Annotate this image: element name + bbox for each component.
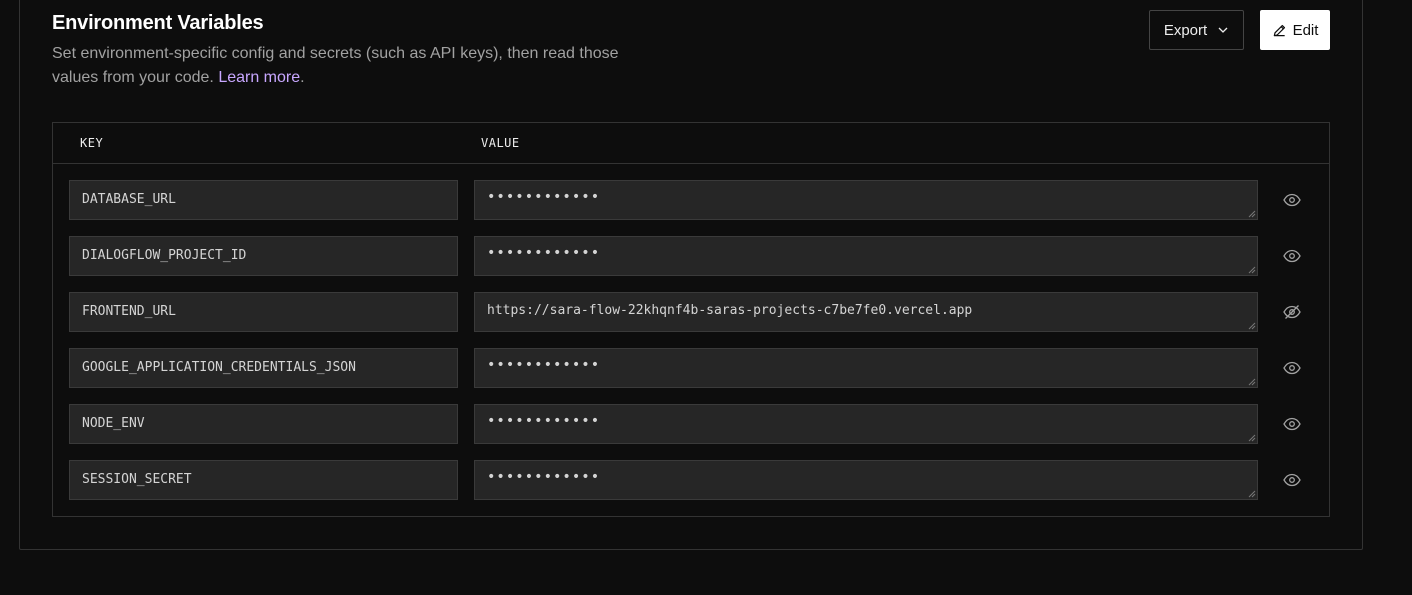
table-row: SESSION_SECRET •••••••••••• [69,460,1315,500]
resize-handle-icon[interactable] [1248,322,1256,330]
value-text: •••••••••••• [487,189,601,205]
column-header-key: KEY [80,136,104,150]
key-field[interactable]: DATABASE_URL [69,180,458,220]
chevron-down-icon [1217,24,1229,36]
key-field[interactable]: GOOGLE_APPLICATION_CREDENTIALS_JSON [69,348,458,388]
table-header: KEY VALUE [53,123,1329,164]
edit-label: Edit [1292,21,1319,39]
key-field[interactable]: FRONTEND_URL [69,292,458,332]
value-field[interactable]: •••••••••••• [474,348,1258,388]
export-label: Export [1163,21,1208,39]
eye-icon[interactable] [1283,192,1301,208]
eye-icon[interactable] [1283,360,1301,376]
value-text: •••••••••••• [487,357,601,373]
table-row: FRONTEND_URL https://sara-flow-22khqnf4b… [69,292,1315,332]
learn-more-link[interactable]: Learn more [218,69,300,86]
value-field[interactable]: •••••••••••• [474,460,1258,500]
value-field[interactable]: •••••••••••• [474,236,1258,276]
resize-handle-icon[interactable] [1248,266,1256,274]
env-variables-table: KEY VALUE DATABASE_URL •••••••••••• DIAL… [52,122,1330,517]
value-text: •••••••••••• [487,413,601,429]
key-field[interactable]: SESSION_SECRET [69,460,458,500]
eye-icon[interactable] [1283,416,1301,432]
resize-handle-icon[interactable] [1248,378,1256,386]
column-header-value: VALUE [481,136,520,150]
value-text: https://sara-flow-22khqnf4b-saras-projec… [487,303,973,318]
table-row: GOOGLE_APPLICATION_CREDENTIALS_JSON ••••… [69,348,1315,388]
section-description: Set environment-specific config and secr… [52,42,622,90]
value-field[interactable]: •••••••••••• [474,404,1258,444]
eye-off-icon[interactable] [1283,304,1301,320]
table-row: DIALOGFLOW_PROJECT_ID •••••••••••• [69,236,1315,276]
key-field[interactable]: DIALOGFLOW_PROJECT_ID [69,236,458,276]
resize-handle-icon[interactable] [1248,210,1256,218]
section-title: Environment Variables [52,12,264,34]
description-text: Set environment-specific config and secr… [52,45,619,86]
edit-button[interactable]: Edit [1260,10,1330,50]
eye-icon[interactable] [1283,248,1301,264]
description-period: . [300,69,305,86]
value-text: •••••••••••• [487,245,601,261]
value-field[interactable]: https://sara-flow-22khqnf4b-saras-projec… [474,292,1258,332]
pencil-icon [1272,23,1287,38]
resize-handle-icon[interactable] [1248,434,1256,442]
table-row: NODE_ENV •••••••••••• [69,404,1315,444]
key-field[interactable]: NODE_ENV [69,404,458,444]
export-button[interactable]: Export [1149,10,1244,50]
eye-icon[interactable] [1283,472,1301,488]
table-row: DATABASE_URL •••••••••••• [69,180,1315,220]
value-text: •••••••••••• [487,469,601,485]
resize-handle-icon[interactable] [1248,490,1256,498]
value-field[interactable]: •••••••••••• [474,180,1258,220]
